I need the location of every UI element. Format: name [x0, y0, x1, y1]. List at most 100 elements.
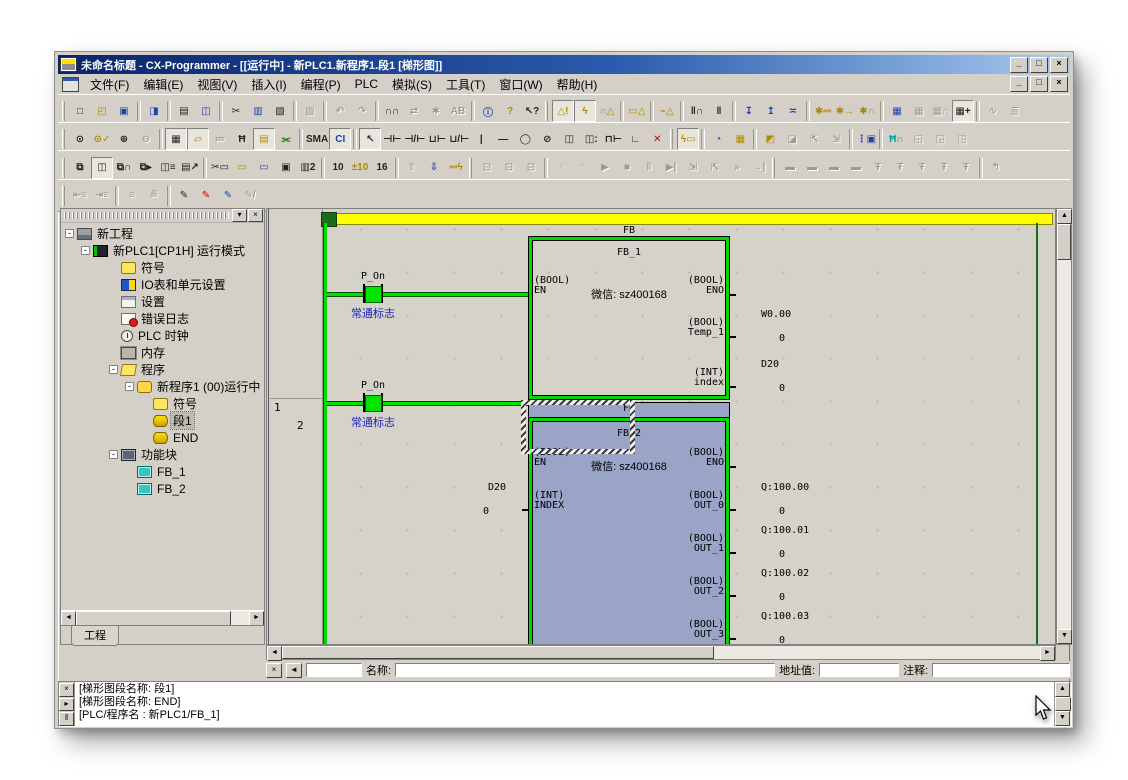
print-preview-button[interactable]: ◫	[195, 100, 217, 122]
save-button[interactable]: ▣	[113, 100, 135, 122]
monitor-data-3-button[interactable]: ◳	[951, 128, 973, 150]
new-coil-tool-button[interactable]: ◯	[514, 128, 536, 150]
tab-project[interactable]: 工程	[71, 626, 119, 646]
monitor-run-button[interactable]: ϟ▭	[677, 128, 699, 150]
restore-button[interactable]: □	[1030, 57, 1048, 73]
monitor-hex-button[interactable]: 16	[371, 157, 393, 179]
properties-button[interactable]: ▤↗	[179, 157, 201, 179]
io-table-monitor-button[interactable]: ▦∩	[930, 100, 952, 122]
mb-monitor-4-button[interactable]: ▬	[845, 157, 867, 179]
output-log[interactable]: [梯形图段名称: 段1] [梯形图段名称: END] [PLC/程序名 : 新P…	[75, 682, 1054, 726]
set-on-button[interactable]: ⇱	[803, 128, 825, 150]
vertical-line-tool-button[interactable]: |	[470, 128, 492, 150]
output-pin-button[interactable]: ‖	[59, 712, 74, 726]
pin-operand[interactable]: Q:100.00	[761, 483, 809, 493]
change-all-button[interactable]: AB	[447, 100, 469, 122]
copy-button[interactable]: ▥	[247, 100, 269, 122]
fb-transfer-button[interactable]: ✱→	[834, 100, 856, 122]
step-out-button[interactable]: ⇱	[704, 157, 726, 179]
workspace-window-button[interactable]: ⧉	[69, 157, 91, 179]
show-nesting-button[interactable]: ⫘	[275, 128, 297, 150]
pen-blue-button[interactable]: ✎	[217, 185, 239, 207]
data-trace-button[interactable]: ◔	[707, 128, 729, 150]
mdi-restore-button[interactable]: □	[1030, 76, 1048, 92]
align-list-button[interactable]: ≡	[121, 185, 143, 207]
io-break-1-button[interactable]: Ŧ	[867, 157, 889, 179]
redo-button[interactable]: ↷	[351, 100, 373, 122]
expand-collapse-icon[interactable]: -	[109, 450, 118, 459]
run-to-break-button[interactable]: →|	[748, 157, 770, 179]
fb-verify-button[interactable]: ✱∩	[856, 100, 878, 122]
fb2-block-selected[interactable]: FB_2 微信: sz400168 (BOOL) EN (INT) INDEX …	[529, 418, 729, 645]
differential-monitor-button[interactable]: ∿	[982, 100, 1004, 122]
simulator-stop-button[interactable]: ■	[616, 157, 638, 179]
menu-item[interactable]: 视图(V)	[190, 74, 244, 95]
pin-operand[interactable]: Q:100.03	[761, 612, 809, 622]
show-grid-button[interactable]: ▦	[165, 128, 187, 150]
io-break-3-button[interactable]: Ŧ	[911, 157, 933, 179]
tree-item[interactable]: - 新工程	[61, 225, 264, 242]
tree-item[interactable]: 错误日志	[61, 310, 264, 327]
tree-item[interactable]: - 新PLC1[CP1H] 运行模式	[61, 242, 264, 259]
align-list-2-button[interactable]: ≞	[143, 185, 165, 207]
fb1-block[interactable]: FB_1 微信: sz400168 (BOOL) EN (BOOL) ENO	[529, 237, 729, 399]
pause-monitor-button[interactable]: ∩△	[596, 100, 618, 122]
ladder-vertical-scrollbar[interactable]: ▲ ▼	[1056, 208, 1072, 645]
io-table-button[interactable]: ▦	[886, 100, 908, 122]
set-off-button[interactable]: ⇲	[825, 128, 847, 150]
zoom-fit-button[interactable]: ⊙	[69, 128, 91, 150]
expand-collapse-icon[interactable]: -	[109, 365, 118, 374]
time-chart-button[interactable]: ▦	[729, 128, 751, 150]
monitor-button[interactable]: ϟ	[574, 100, 596, 122]
data-trace-toolbar-button[interactable]: ≣	[1004, 100, 1026, 122]
tree-item[interactable]: PLC 时钟	[61, 327, 264, 344]
zoom-custom-button[interactable]: ⊙✓	[91, 128, 113, 150]
mb-monitor-1-button[interactable]: ▬	[779, 157, 801, 179]
show-rung-list-button[interactable]: ≔	[209, 128, 231, 150]
indent-left-button[interactable]: ⇤≡	[69, 185, 91, 207]
zoom-out-button[interactable]: ⊖	[135, 128, 157, 150]
ladder-editor[interactable]: 1 2 P_On 常通标志 FB FB_1 微信: sz400168 (BOOL…	[266, 208, 1056, 645]
indent-right-button[interactable]: ⇥≡	[91, 185, 113, 207]
step-in-button[interactable]: ⇲	[682, 157, 704, 179]
transfer-up-button[interactable]: ⇧	[401, 157, 423, 179]
scroll-down-button[interactable]: ▼	[1057, 629, 1072, 644]
menu-item[interactable]: 模拟(S)	[385, 74, 439, 95]
tree-item[interactable]: FB_1	[61, 463, 264, 480]
rung1-contact-power-square[interactable]	[365, 395, 382, 412]
pause-hand-button[interactable]: ☞	[550, 157, 572, 179]
watch-window-button[interactable]: ⋮▣	[855, 128, 877, 150]
menu-item[interactable]: 窗口(W)	[492, 74, 549, 95]
find-button[interactable]: ∩∩	[381, 100, 403, 122]
pen-red-button[interactable]: ✎	[195, 185, 217, 207]
fb-edit-button[interactable]: ✂▭	[209, 157, 231, 179]
scrollbar-thumb[interactable]	[76, 611, 231, 626]
paste-rung-button[interactable]: ▨	[299, 100, 321, 122]
online-edit-button[interactable]: ▭△	[626, 100, 648, 122]
compare-with-plc-button[interactable]: ≍	[782, 100, 804, 122]
simulator-run-button[interactable]: ▶	[594, 157, 616, 179]
menu-item[interactable]: 编辑(E)	[136, 74, 190, 95]
mb-monitor-2-button[interactable]: ▬	[801, 157, 823, 179]
workspace-header[interactable]: ▾ ×	[61, 209, 264, 223]
menu-item[interactable]: 帮助(H)	[550, 74, 605, 95]
pin-operand[interactable]: Q:100.02	[761, 569, 809, 579]
simulator-window-3-button[interactable]: ⊟	[520, 157, 542, 179]
name-input[interactable]	[395, 663, 775, 677]
hr-monitor-button[interactable]: Ħ∩	[885, 128, 907, 150]
local-symbols-button[interactable]: ◫≡	[157, 157, 179, 179]
fieldbar-close-button[interactable]: ×	[266, 663, 282, 678]
pen-erase-button[interactable]: ✎/	[239, 185, 261, 207]
close-button[interactable]: ×	[1050, 57, 1068, 73]
new-fb-invocation-tool-button[interactable]: ⊓⊢	[602, 128, 624, 150]
scroll-right-button[interactable]: ►	[1040, 646, 1055, 661]
force-off-button[interactable]: ◪	[781, 128, 803, 150]
scroll-up-button[interactable]: ▲	[1057, 209, 1072, 224]
binary-view-button[interactable]: ▥2	[297, 157, 319, 179]
scrollbar-thumb[interactable]	[1055, 697, 1071, 711]
new-or-contact-tool-button[interactable]: ⊔⊢	[426, 128, 448, 150]
new-closed-contact-tool-button[interactable]: ⊣/⊢	[403, 128, 426, 150]
monitor-data-1-button[interactable]: ◱	[907, 128, 929, 150]
undo-button[interactable]: ↶	[329, 100, 351, 122]
about-button[interactable]: ⓘ	[477, 100, 499, 122]
